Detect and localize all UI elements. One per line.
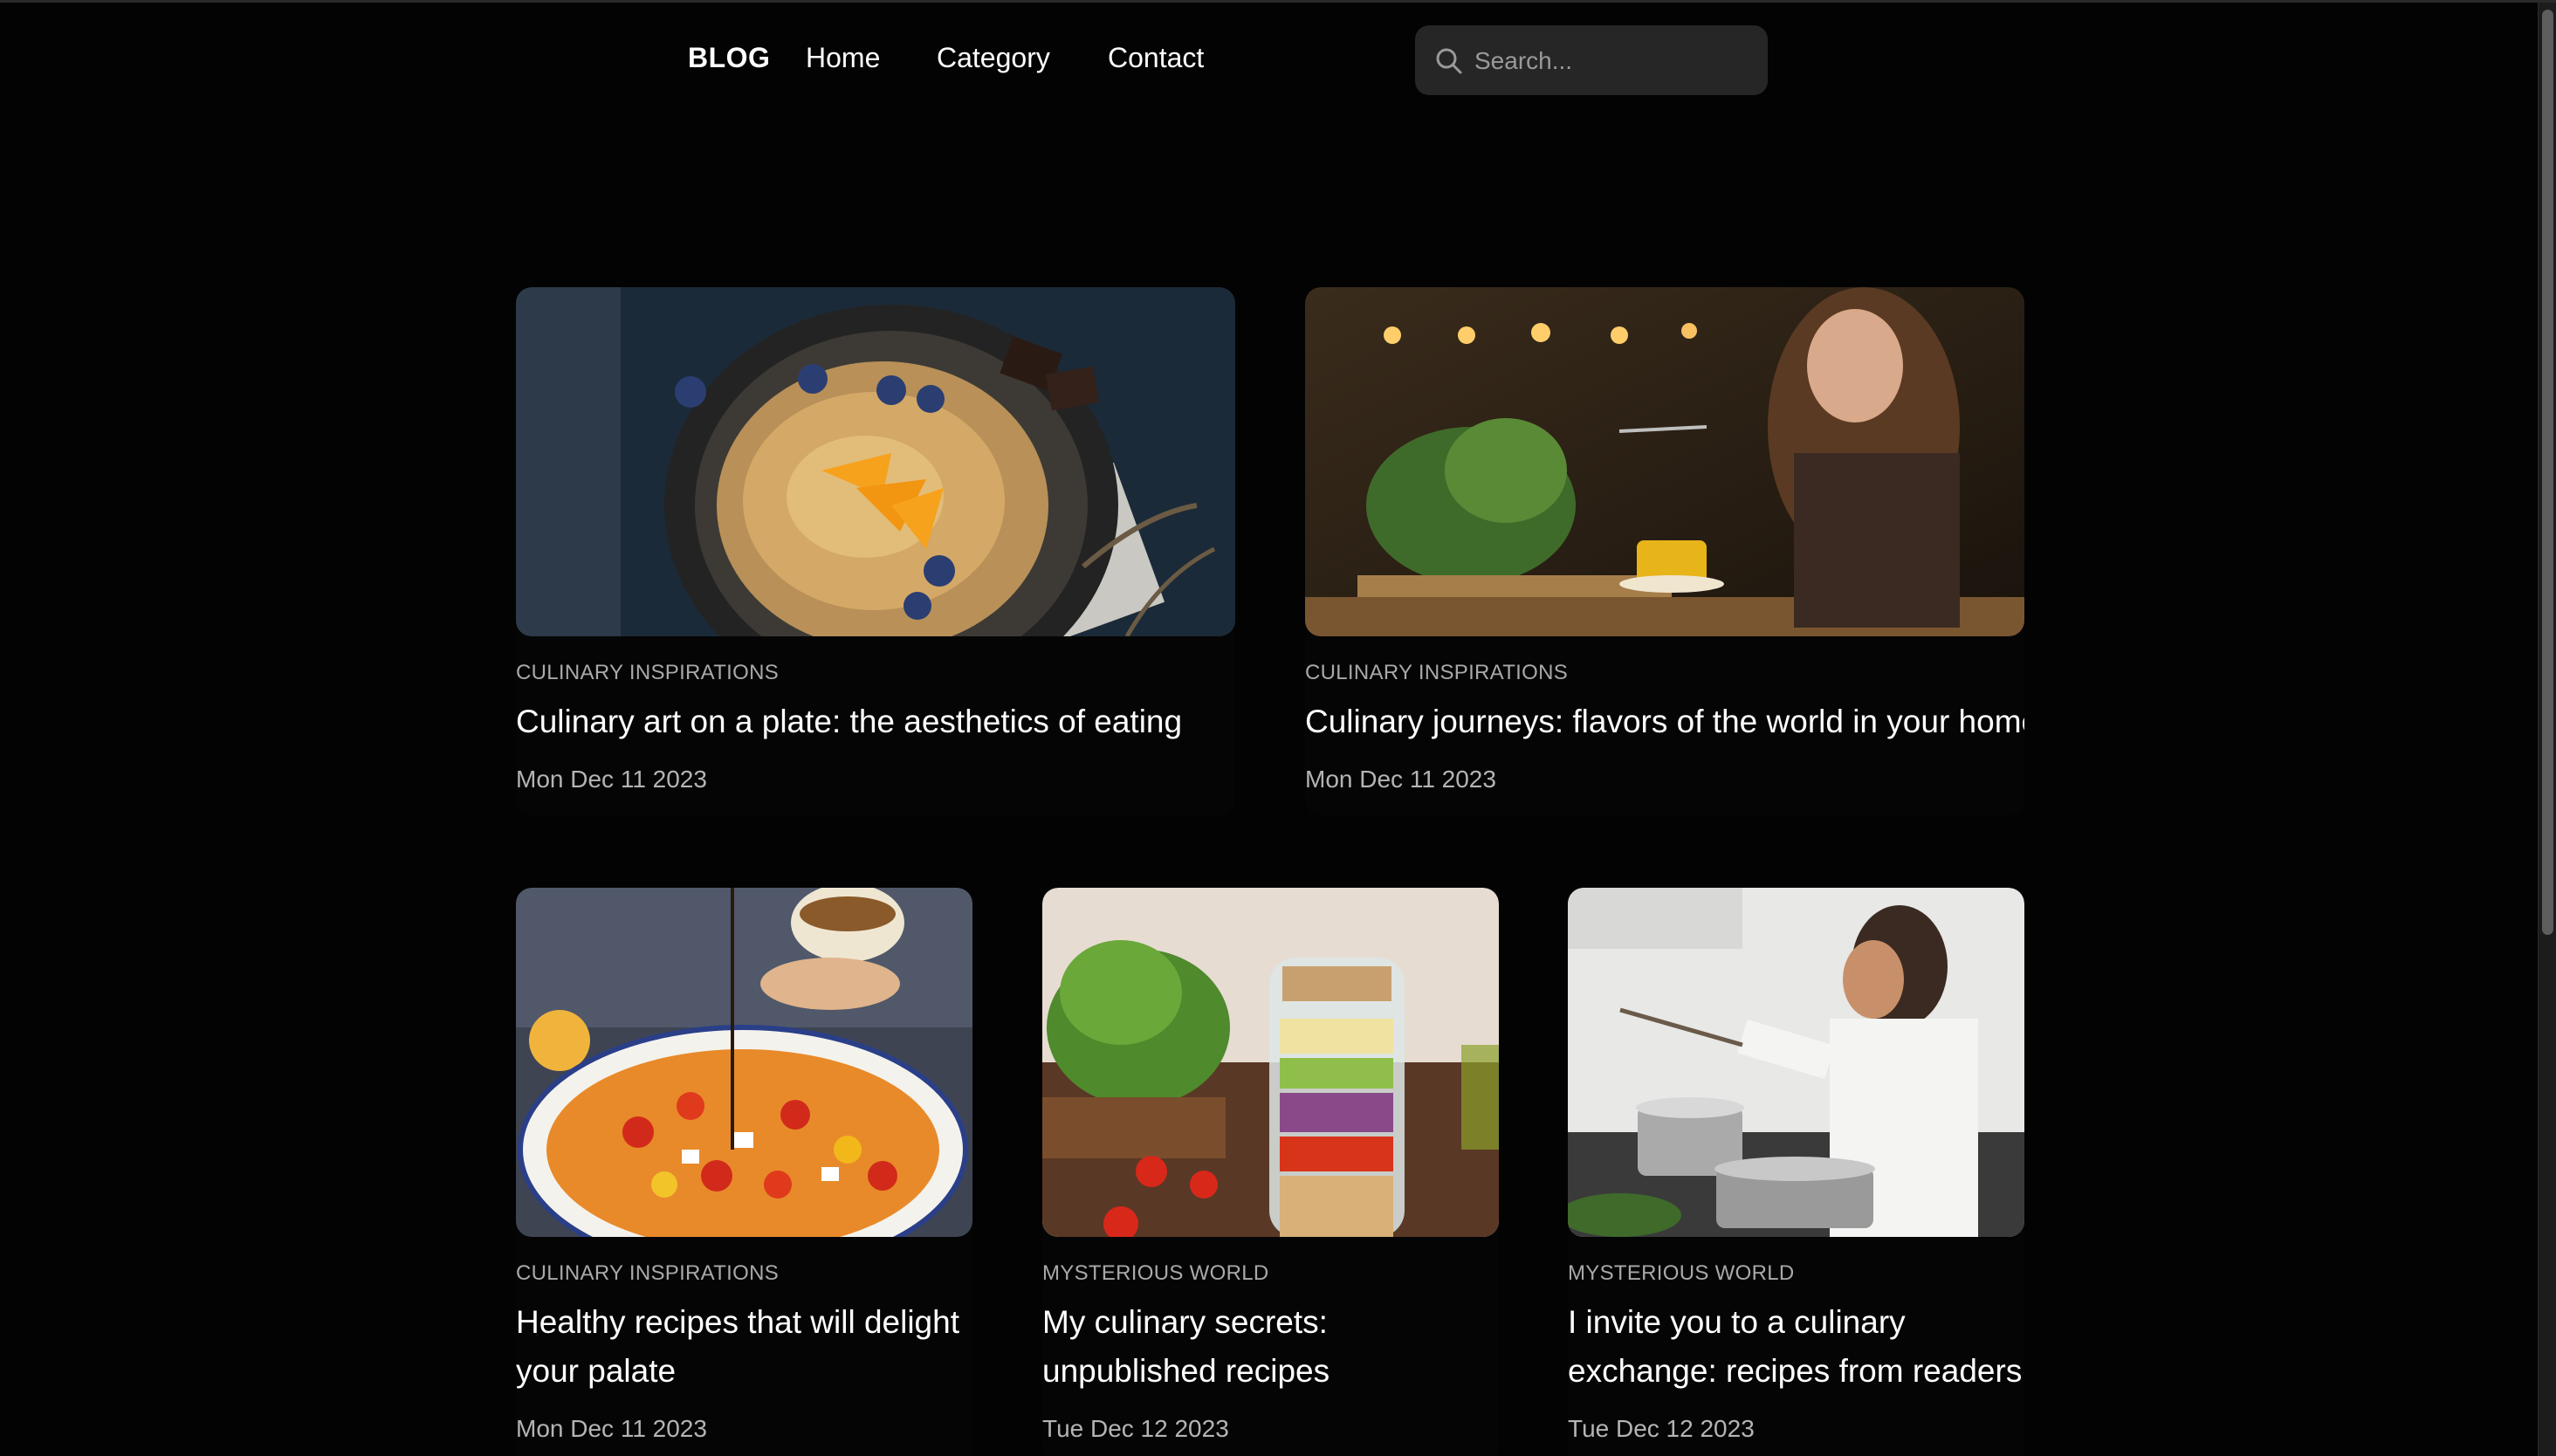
blog-logo[interactable]: BLOG xyxy=(688,42,770,74)
post-title[interactable]: I invite you to a culinary exchange: rec… xyxy=(1568,1298,2024,1396)
post-date: Tue Dec 12 2023 xyxy=(1568,1415,1755,1442)
post-title[interactable]: My culinary secrets: unpublished recipes xyxy=(1042,1298,1499,1396)
post-category: MYSTERIOUS WORLD xyxy=(1568,1261,1795,1285)
blog-page: BLOG Home Category Contact Search... CUL… xyxy=(0,0,2556,1456)
nav-category-link[interactable]: Category xyxy=(937,42,1050,74)
post-image-salad-jar[interactable] xyxy=(1042,888,1499,1237)
search-icon xyxy=(1434,46,1464,76)
page-scrollbar[interactable] xyxy=(2538,3,2556,1456)
post-title[interactable]: Healthy recipes that will delight your p… xyxy=(516,1298,972,1396)
post-image-woman-cooking[interactable] xyxy=(1568,888,2024,1237)
post-image-pancakes[interactable] xyxy=(516,287,1235,636)
search-box[interactable] xyxy=(1415,25,1768,95)
post-date: Tue Dec 12 2023 xyxy=(1042,1415,1229,1442)
post-card[interactable]: MYSTERIOUS WORLD I invite you to a culin… xyxy=(1568,888,2024,1456)
post-card[interactable]: MYSTERIOUS WORLD My culinary secrets: un… xyxy=(1042,888,1499,1456)
search-input[interactable] xyxy=(1473,39,1756,83)
scrollbar-thumb[interactable] xyxy=(2542,10,2553,935)
post-title[interactable]: Culinary art on a plate: the aesthetics … xyxy=(516,697,1182,746)
post-image-tomato-salad[interactable] xyxy=(516,888,972,1237)
post-category: MYSTERIOUS WORLD xyxy=(1042,1261,1269,1285)
post-category: CULINARY INSPIRATIONS xyxy=(516,661,780,684)
nav-home-link[interactable]: Home xyxy=(806,42,880,74)
nav-contact-link[interactable]: Contact xyxy=(1108,42,1204,74)
post-card[interactable]: CULINARY INSPIRATIONS Culinary journeys:… xyxy=(1305,287,2024,815)
post-card[interactable]: CULINARY INSPIRATIONS Culinary art on a … xyxy=(516,287,1235,815)
post-date: Mon Dec 11 2023 xyxy=(516,766,707,793)
post-image-woman-dining[interactable] xyxy=(1305,287,2024,636)
post-card[interactable]: CULINARY INSPIRATIONS Healthy recipes th… xyxy=(516,888,972,1456)
post-category: CULINARY INSPIRATIONS xyxy=(516,1261,780,1285)
post-title[interactable]: Culinary journeys: flavors of the world … xyxy=(1305,697,2024,746)
post-date: Mon Dec 11 2023 xyxy=(1305,766,1496,793)
post-date: Mon Dec 11 2023 xyxy=(516,1415,707,1442)
post-category: CULINARY INSPIRATIONS xyxy=(1305,661,1569,684)
